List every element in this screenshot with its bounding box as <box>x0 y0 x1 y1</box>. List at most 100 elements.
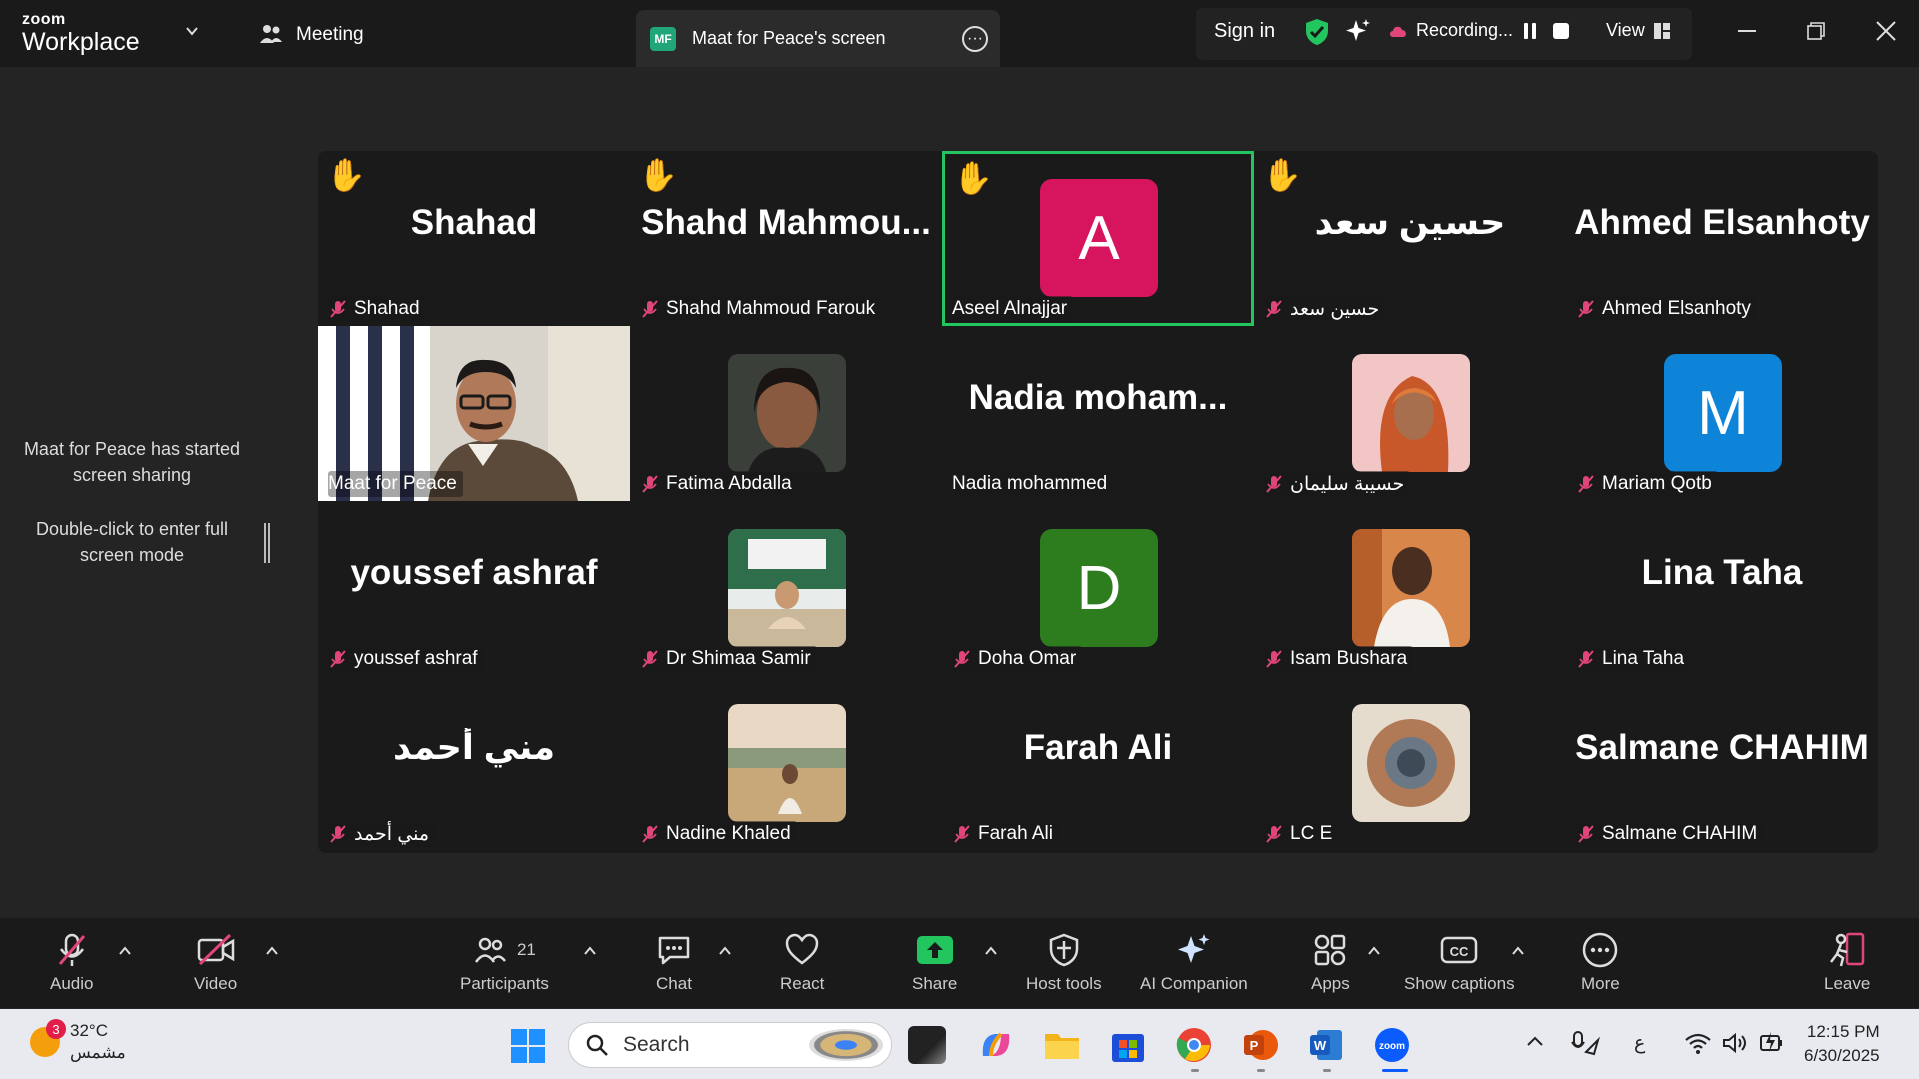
participant-tile[interactable]: LC E <box>1254 676 1566 851</box>
mic-muted-icon <box>330 650 346 668</box>
participant-tile[interactable]: مني أحمد مني أحمد <box>318 676 630 851</box>
clock-date: 6/30/2025 <box>1804 1046 1880 1065</box>
participants-button[interactable]: 21 Participants <box>460 932 549 994</box>
leave-label: Leave <box>1824 974 1871 993</box>
participant-name-label: Fatima Abdalla <box>640 471 798 497</box>
video-button[interactable]: Video <box>194 932 237 994</box>
word-icon[interactable]: W <box>1307 1026 1345 1064</box>
stop-icon[interactable] <box>1553 23 1569 39</box>
participant-tile[interactable]: ✋ حسين سعد حسين سعد <box>1254 151 1566 326</box>
chat-button[interactable]: Chat <box>656 932 692 994</box>
react-button[interactable]: React <box>780 932 824 994</box>
mic-muted-icon <box>330 300 346 318</box>
share-button[interactable]: Share <box>912 932 957 994</box>
pause-icon[interactable] <box>1523 22 1537 40</box>
recording-indicator[interactable]: Recording... <box>1388 20 1513 41</box>
chevron-up-icon[interactable] <box>1512 946 1524 956</box>
host-tools-button[interactable]: Host tools <box>1026 932 1102 994</box>
ai-companion-button[interactable]: AI Companion <box>1140 932 1248 994</box>
task-view-icon[interactable] <box>908 1026 946 1064</box>
participant-tile[interactable]: ✋ Shahd Mahmou... Shahd Mahmoud Farouk <box>630 151 942 326</box>
participant-label-text: Shahad <box>354 298 420 319</box>
screen-share-tab[interactable]: MF Maat for Peace's screen ··· <box>636 10 1000 67</box>
heart-icon <box>785 933 819 965</box>
participant-tile[interactable]: Lina Taha Lina Taha <box>1566 501 1878 676</box>
participant-tile[interactable]: Nadine Khaled <box>630 676 942 851</box>
chevron-up-icon[interactable] <box>985 946 997 956</box>
chrome-icon[interactable] <box>1175 1026 1213 1064</box>
restore-icon[interactable] <box>1807 22 1825 40</box>
participant-tile[interactable]: حسيبة سليمان <box>1254 326 1566 501</box>
more-button[interactable]: More <box>1581 932 1620 994</box>
sign-in-button[interactable]: Sign in <box>1214 20 1275 43</box>
leave-button[interactable]: Leave <box>1824 932 1870 994</box>
panel-resize-handle[interactable] <box>264 523 270 563</box>
participant-tile[interactable]: Fatima Abdalla <box>630 326 942 501</box>
zoom-app-icon[interactable]: zoom <box>1373 1026 1411 1064</box>
participant-tile[interactable]: Dr Shimaa Samir <box>630 501 942 676</box>
close-icon[interactable] <box>1875 20 1897 42</box>
participant-name-label: Lina Taha <box>1576 646 1691 672</box>
participant-name-label: Shahd Mahmoud Farouk <box>640 296 882 322</box>
mic-muted-icon <box>1578 650 1594 668</box>
audio-button[interactable]: Audio <box>50 932 93 994</box>
participant-tile-active-speaker[interactable]: ✋ A Aseel Alnajjar <box>942 151 1254 326</box>
taskbar-clock[interactable]: 12:15 PM 6/30/2025 <box>1804 1020 1880 1068</box>
taskbar-search-input[interactable]: Search <box>568 1022 892 1068</box>
battery-charging-icon[interactable] <box>1758 1030 1786 1054</box>
participant-tile[interactable]: ✋ Shahad Shahad <box>318 151 630 326</box>
chevron-down-icon[interactable] <box>185 24 199 38</box>
participant-tile[interactable]: D Doha Omar <box>942 501 1254 676</box>
mic-muted-icon <box>58 933 85 966</box>
minimize-icon[interactable] <box>1738 30 1756 32</box>
powerpoint-icon[interactable]: P <box>1241 1026 1279 1064</box>
participant-tile[interactable]: Isam Bushara <box>1254 501 1566 676</box>
copilot-icon[interactable] <box>977 1026 1015 1064</box>
profile-photo <box>728 529 846 647</box>
meeting-button[interactable]: Meeting <box>258 22 364 48</box>
microsoft-store-icon[interactable] <box>1109 1026 1147 1064</box>
view-button[interactable]: View <box>1606 20 1671 41</box>
chat-label: Chat <box>656 974 692 993</box>
participant-name-label: Farah Ali <box>952 821 1059 847</box>
apps-button[interactable]: Apps <box>1311 932 1350 994</box>
profile-photo <box>1352 704 1470 822</box>
location-mic-icon[interactable] <box>1570 1030 1600 1056</box>
participant-label-text: Maat for Peace <box>328 473 457 494</box>
chevron-up-icon[interactable] <box>266 946 278 956</box>
shield-icon <box>1049 933 1079 967</box>
volume-icon[interactable] <box>1722 1032 1750 1054</box>
mic-muted-icon <box>954 650 970 668</box>
participant-tile[interactable]: Nadia moham... Nadia mohammed <box>942 326 1254 501</box>
participant-name-label: Nadine Khaled <box>640 821 797 847</box>
file-explorer-icon[interactable] <box>1043 1026 1081 1064</box>
participant-tile[interactable]: Farah Ali Farah Ali <box>942 676 1254 851</box>
windows-start-icon[interactable] <box>510 1028 546 1064</box>
show-captions-button[interactable]: CC Show captions <box>1404 932 1515 994</box>
participant-name-label: Maat for Peace <box>328 471 463 497</box>
chevron-up-icon[interactable] <box>119 946 131 956</box>
wifi-icon[interactable] <box>1684 1032 1712 1054</box>
sparkle-icon[interactable] <box>1345 18 1371 44</box>
participant-label-text: حسين سعد <box>1290 298 1380 320</box>
running-indicator <box>1257 1069 1265 1072</box>
view-label: View <box>1606 20 1645 40</box>
chevron-up-icon[interactable] <box>719 946 731 956</box>
participant-tile[interactable]: M Mariam Qotb <box>1566 326 1878 501</box>
participant-tile[interactable]: Ahmed Elsanhoty Ahmed Elsanhoty <box>1566 151 1878 326</box>
sun-icon: 3 <box>30 1019 66 1057</box>
participant-tile[interactable]: youssef ashraf youssef ashraf <box>318 501 630 676</box>
more-options-icon[interactable]: ··· <box>962 26 988 52</box>
mic-muted-icon <box>1266 650 1282 668</box>
grid-view-icon <box>1653 22 1670 39</box>
chevron-up-icon[interactable] <box>584 946 596 956</box>
participant-gallery: ✋ Shahad Shahad ✋ Shahd Mahmou... Shahd … <box>318 151 1878 853</box>
input-language-indicator[interactable]: ع <box>1634 1032 1645 1055</box>
participant-tile-video[interactable]: Maat for Peace <box>318 326 630 501</box>
show-hidden-icons-icon[interactable] <box>1526 1034 1544 1048</box>
shield-check-icon[interactable] <box>1304 18 1330 46</box>
participant-label-text: Farah Ali <box>978 823 1053 844</box>
chevron-up-icon[interactable] <box>1368 946 1380 956</box>
participant-tile[interactable]: Salmane CHAHIM Salmane CHAHIM <box>1566 676 1878 851</box>
weather-widget[interactable]: 3 32°C مشمس <box>30 1019 126 1064</box>
